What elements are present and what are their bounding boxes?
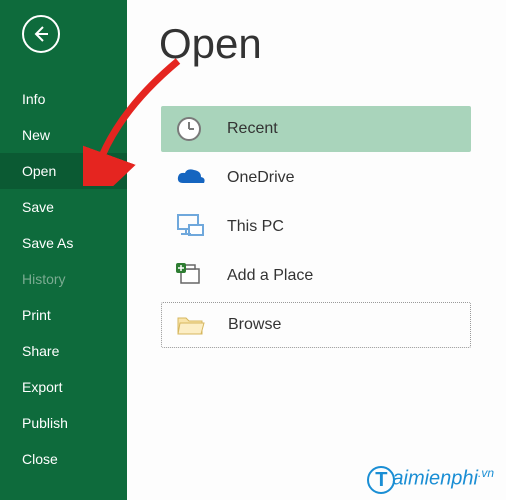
page-title: Open — [159, 20, 506, 68]
sidebar-item-label: Publish — [22, 415, 68, 431]
sidebar-item-label: Info — [22, 91, 45, 107]
open-item-this-pc[interactable]: This PC — [161, 204, 471, 250]
add-place-icon — [175, 261, 211, 291]
sidebar-item-label: Open — [22, 163, 56, 179]
folder-icon — [176, 313, 212, 337]
sidebar-item-history: History — [0, 261, 127, 297]
sidebar-item-new[interactable]: New — [0, 117, 127, 153]
sidebar-item-open[interactable]: Open — [0, 153, 127, 189]
clock-icon — [175, 115, 211, 143]
sidebar-item-share[interactable]: Share — [0, 333, 127, 369]
sidebar-item-label: Save — [22, 199, 54, 215]
open-item-label: Recent — [227, 120, 278, 138]
sidebar-item-label: Close — [22, 451, 58, 467]
open-item-label: Browse — [228, 316, 281, 334]
sidebar-item-export[interactable]: Export — [0, 369, 127, 405]
back-arrow-icon — [31, 24, 51, 44]
sidebar-item-label: Save As — [22, 235, 73, 251]
sidebar-item-print[interactable]: Print — [0, 297, 127, 333]
back-button[interactable] — [22, 15, 60, 53]
sidebar-item-save[interactable]: Save — [0, 189, 127, 225]
open-item-label: OneDrive — [227, 169, 295, 187]
sidebar-item-label: New — [22, 127, 50, 143]
open-item-label: This PC — [227, 218, 284, 236]
sidebar-item-label: Print — [22, 307, 51, 323]
sidebar-item-close[interactable]: Close — [0, 441, 127, 477]
sidebar-item-save-as[interactable]: Save As — [0, 225, 127, 261]
sidebar-item-label: Export — [22, 379, 62, 395]
open-item-recent[interactable]: Recent — [161, 106, 471, 152]
open-item-add-place[interactable]: Add a Place — [161, 253, 471, 299]
backstage-sidebar: Info New Open Save Save As History Print… — [0, 0, 127, 500]
sidebar-item-publish[interactable]: Publish — [0, 405, 127, 441]
onedrive-icon — [175, 167, 211, 189]
pc-icon — [175, 213, 211, 241]
open-item-browse[interactable]: Browse — [161, 302, 471, 348]
main-panel: Open Recent OneDrive This PC Add a Place… — [127, 0, 506, 500]
sidebar-item-label: Share — [22, 343, 59, 359]
open-item-onedrive[interactable]: OneDrive — [161, 155, 471, 201]
open-item-label: Add a Place — [227, 267, 313, 285]
sidebar-item-label: History — [22, 271, 66, 287]
sidebar-item-info[interactable]: Info — [0, 81, 127, 117]
